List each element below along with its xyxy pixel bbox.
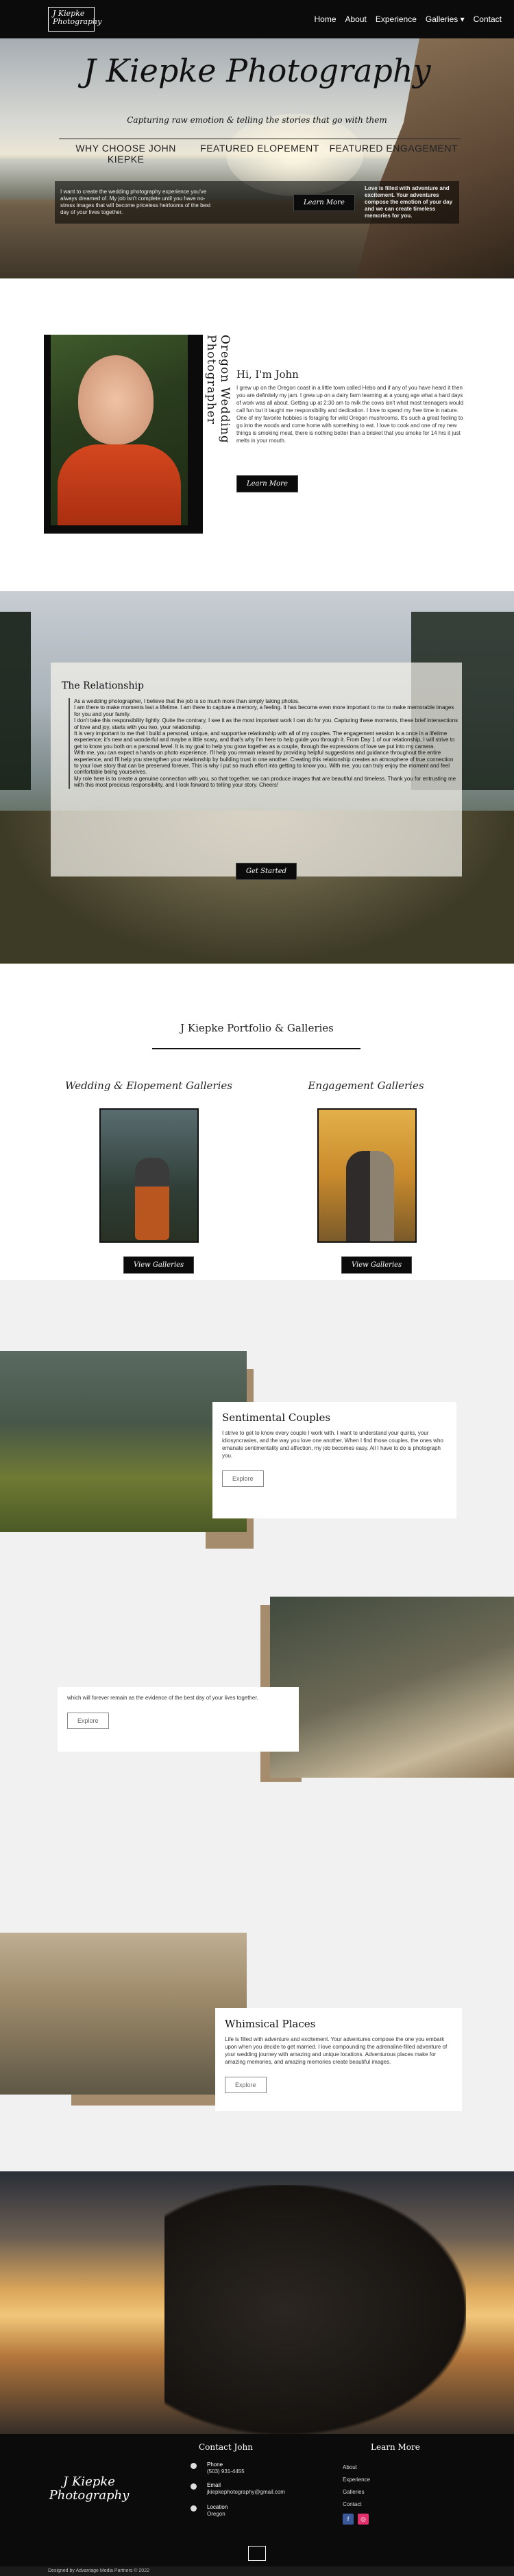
explore-button[interactable]: Explore xyxy=(225,2077,267,2093)
feature-title: Sentimental Couples xyxy=(222,1411,331,1424)
middle-feature-card: which will forever remain as the evidenc… xyxy=(58,1687,299,1752)
site-logo[interactable]: J Kiepke Photography xyxy=(48,7,101,32)
tab-why-choose[interactable]: WHY CHOOSE JOHN KIEPKE xyxy=(59,143,193,165)
tab-featured-elopement[interactable]: FEATURED ELOPEMENT xyxy=(193,143,326,165)
whimsical-places-card: Whimsical Places Life is filled with adv… xyxy=(215,2008,462,2111)
feature-text: Life is filled with adventure and excite… xyxy=(225,2036,448,2065)
footer-link-contact[interactable]: Contact xyxy=(343,2501,362,2508)
view-engagement-galleries-button[interactable]: View Galleries xyxy=(341,1256,413,1274)
instagram-icon[interactable]: ◎ xyxy=(358,2514,369,2525)
relationship-paragraph: I am there to make moments last a lifeti… xyxy=(74,704,454,717)
learn-more-heading: Learn More xyxy=(371,2442,420,2452)
portfolio-heading: J Kiepke Portfolio & Galleries xyxy=(180,1022,334,1034)
hero-section: J Kiepke Photography Capturing raw emoti… xyxy=(0,38,514,278)
feature-text: I strive to get to know every couple I w… xyxy=(222,1430,443,1459)
explore-button[interactable]: Explore xyxy=(67,1713,109,1729)
nav-home[interactable]: Home xyxy=(314,14,336,24)
contact-phone[interactable]: Phone (503) 931-4455 xyxy=(207,2461,245,2475)
wedding-gallery-photo[interactable] xyxy=(99,1108,199,1243)
sentimental-couples-card: Sentimental Couples I strive to get to k… xyxy=(212,1402,456,1518)
relationship-text: As a wedding photographer, I believe tha… xyxy=(69,698,459,789)
footer-credit: Designed by Advantage Media Partners © 2… xyxy=(0,2566,514,2576)
hero-panel-right-text: Love is filled with adventure and excite… xyxy=(365,185,453,219)
footer-link-experience[interactable]: Experience xyxy=(343,2477,370,2483)
view-wedding-galleries-button[interactable]: View Galleries xyxy=(123,1256,195,1274)
hero-panel: I want to create the wedding photography… xyxy=(55,181,459,224)
contact-value: (503) 931-4455 xyxy=(207,2468,245,2474)
facebook-icon[interactable]: f xyxy=(343,2514,354,2525)
feature-title: Whimsical Places xyxy=(225,2018,316,2030)
contact-label: Location xyxy=(207,2504,228,2510)
email-icon xyxy=(191,2483,197,2490)
hero-tabs: WHY CHOOSE JOHN KIEPKE FEATURED ELOPEMEN… xyxy=(59,143,461,165)
contact-label: Phone xyxy=(207,2461,223,2468)
contact-value: jkiepkephotography@gmail.com xyxy=(207,2489,285,2495)
about-learn-more-button[interactable]: Learn More xyxy=(236,475,298,492)
sunset-couple-banner xyxy=(0,2171,514,2434)
nav-galleries[interactable]: Galleries ▾ xyxy=(426,14,465,24)
footer-badge-icon xyxy=(248,2546,266,2561)
hero-panel-text: I want to create the wedding photography… xyxy=(60,189,211,215)
about-body: I grew up on the Oregon coast in a littl… xyxy=(236,385,464,444)
hero-learn-more-button[interactable]: Learn More xyxy=(293,193,355,211)
phone-icon xyxy=(191,2463,197,2469)
whimsical-places-photo xyxy=(0,1933,247,2095)
engagement-galleries-caption: Engagement Galleries xyxy=(308,1080,424,1092)
nav-contact[interactable]: Contact xyxy=(474,14,502,24)
site-header: J Kiepke Photography Home About Experien… xyxy=(0,0,514,38)
relationship-title: The Relationship xyxy=(62,680,144,691)
john-portrait xyxy=(51,335,188,525)
relationship-paragraph: With me, you can expect a hands-on photo… xyxy=(74,750,454,776)
feature-text: which will forever remain as the evidenc… xyxy=(67,1695,258,1701)
relationship-paragraph: As a wedding photographer, I believe tha… xyxy=(74,698,300,704)
chevron-down-icon: ▾ xyxy=(460,14,465,24)
engagement-gallery-photo[interactable] xyxy=(317,1108,417,1243)
nav-galleries-label: Galleries xyxy=(425,14,458,24)
relationship-paragraph: My role here is to create a genuine conn… xyxy=(74,775,456,789)
get-started-button[interactable]: Get Started xyxy=(236,863,297,880)
portrait-head xyxy=(78,355,154,444)
footer-link-galleries[interactable]: Galleries xyxy=(343,2489,365,2496)
sentimental-couples-photo xyxy=(0,1351,247,1532)
about-vertical-title: Oregon Wedding Photographer xyxy=(204,335,232,444)
wedding-couple-photo xyxy=(270,1597,514,1778)
tab-featured-engagement[interactable]: FEATURED ENGAGEMENT xyxy=(327,143,461,165)
hero-subtitle: Capturing raw emotion & telling the stor… xyxy=(127,115,387,125)
hero-title: J Kiepke Photography xyxy=(83,52,431,89)
portrait-shirt xyxy=(58,444,181,525)
relationship-paragraph: It is very important to me that I build … xyxy=(74,730,455,750)
main-nav: Home About Experience Galleries ▾ Contac… xyxy=(314,14,502,24)
about-heading: Hi, I'm John xyxy=(236,368,299,381)
nav-experience[interactable]: Experience xyxy=(376,14,417,24)
explore-button[interactable]: Explore xyxy=(222,1470,264,1487)
location-icon xyxy=(191,2505,197,2512)
nav-about[interactable]: About xyxy=(345,14,367,24)
wedding-galleries-caption: Wedding & Elopement Galleries xyxy=(65,1080,232,1092)
footer-logo[interactable]: J Kiepke Photography xyxy=(48,2475,130,2503)
contact-location: Location Oregon xyxy=(207,2504,228,2518)
couple-figure xyxy=(346,1151,394,1241)
contact-label: Email xyxy=(207,2482,221,2488)
couple-silhouette xyxy=(164,2185,466,2434)
contact-value: Oregon xyxy=(207,2511,225,2517)
portfolio-divider xyxy=(152,1048,360,1049)
footer-link-about[interactable]: About xyxy=(343,2464,357,2471)
contact-heading: Contact John xyxy=(199,2442,253,2452)
couple-figure xyxy=(135,1158,169,1240)
contact-email[interactable]: Email jkiepkephotography@gmail.com xyxy=(207,2482,285,2496)
relationship-paragraph: I don't take this responsibility lightly… xyxy=(74,717,458,730)
